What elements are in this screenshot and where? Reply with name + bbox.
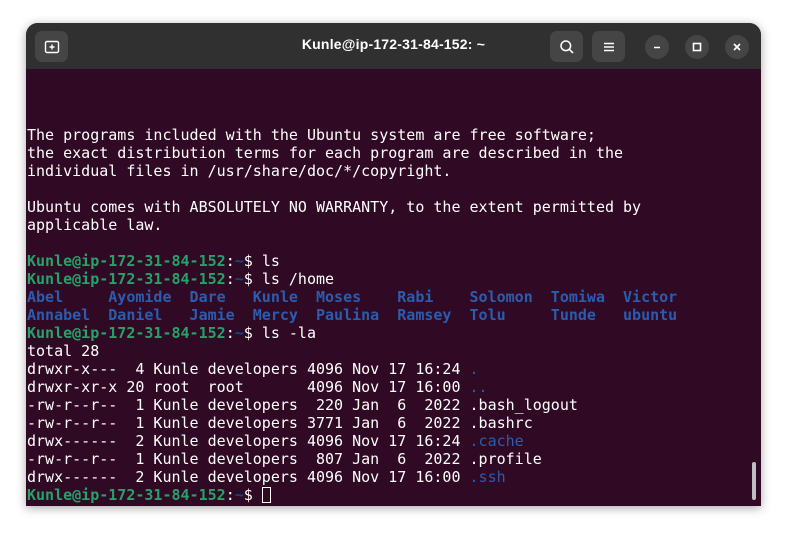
file-listing-row: -rw-r--r-- 1 Kunle developers 220 Jan 6 … bbox=[27, 396, 677, 414]
file-name: .. bbox=[469, 378, 488, 396]
prompt-symbol: $ bbox=[243, 252, 262, 270]
prompt-line: Kunle@ip-172-31-84-152:~$ ls /home bbox=[27, 270, 677, 288]
prompt-path: ~ bbox=[234, 486, 244, 504]
total-line: total 28 bbox=[27, 342, 100, 360]
minimize-button[interactable] bbox=[645, 35, 669, 59]
prompt-colon: : bbox=[225, 252, 235, 270]
minimize-icon bbox=[654, 46, 660, 49]
command-text: ls /home bbox=[261, 270, 335, 288]
prompt-user-host: Kunle@ip-172-31-84-152 bbox=[27, 324, 226, 342]
search-icon bbox=[559, 39, 574, 54]
prompt-line: Kunle@ip-172-31-84-152:~$ ls bbox=[27, 252, 677, 270]
prompt-colon: : bbox=[225, 270, 235, 288]
motd-line: individual files in /usr/share/doc/*/cop… bbox=[27, 162, 452, 180]
prompt-symbol: $ bbox=[243, 324, 262, 342]
motd-line: The programs included with the Ubuntu sy… bbox=[27, 126, 596, 144]
terminal-lines: The programs included with the Ubuntu sy… bbox=[27, 126, 677, 504]
motd-line bbox=[27, 180, 677, 198]
prompt-colon: : bbox=[225, 486, 235, 504]
prompt-symbol: $ bbox=[243, 270, 262, 288]
file-listing-row: drwx------ 2 Kunle developers 4096 Nov 1… bbox=[27, 432, 677, 450]
prompt-line: Kunle@ip-172-31-84-152:~$ ls -la bbox=[27, 324, 677, 342]
file-listing-row: drwxr-x--- 4 Kunle developers 4096 Nov 1… bbox=[27, 360, 677, 378]
menu-button[interactable] bbox=[592, 31, 625, 62]
motd-line: Ubuntu comes with ABSOLUTELY NO WARRANTY… bbox=[27, 198, 642, 216]
text-cursor[interactable] bbox=[261, 487, 271, 503]
command-text: ls bbox=[261, 252, 280, 270]
terminal-output[interactable]: The programs included with the Ubuntu sy… bbox=[26, 69, 761, 506]
file-name: .ssh bbox=[469, 468, 506, 486]
prompt-path: ~ bbox=[234, 270, 244, 288]
file-meta: -rw-r--r-- 1 Kunle developers 3771 Jan 6… bbox=[27, 414, 470, 432]
file-listing-row: -rw-r--r-- 1 Kunle developers 3771 Jan 6… bbox=[27, 414, 677, 432]
close-button[interactable] bbox=[725, 35, 749, 59]
home-listing-line: Abel Ayomide Dare Kunle Moses Rabi Solom… bbox=[27, 288, 678, 306]
prompt-symbol: $ bbox=[243, 486, 262, 504]
prompt-user-host: Kunle@ip-172-31-84-152 bbox=[27, 486, 226, 504]
file-meta: drwxr-x--- 4 Kunle developers 4096 Nov 1… bbox=[27, 360, 470, 378]
file-name: .bashrc bbox=[469, 414, 533, 432]
active-prompt-line[interactable]: Kunle@ip-172-31-84-152:~$ bbox=[27, 486, 677, 504]
file-meta: drwx------ 2 Kunle developers 4096 Nov 1… bbox=[27, 432, 470, 450]
terminal-window: Kunle@ip-172-31-84-152: ~ The programs i… bbox=[26, 23, 761, 506]
scrollbar-thumb[interactable] bbox=[752, 462, 756, 500]
motd-line: the exact distribution terms for each pr… bbox=[27, 144, 624, 162]
file-listing-row: drwx------ 2 Kunle developers 4096 Nov 1… bbox=[27, 468, 677, 486]
file-meta: drwx------ 2 Kunle developers 4096 Nov 1… bbox=[27, 468, 470, 486]
search-button[interactable] bbox=[550, 31, 583, 62]
maximize-icon bbox=[692, 42, 702, 52]
file-name: . bbox=[469, 360, 479, 378]
file-meta: drwxr-xr-x 20 root root 4096 Nov 17 16:0… bbox=[27, 378, 470, 396]
prompt-colon: : bbox=[225, 324, 235, 342]
prompt-user-host: Kunle@ip-172-31-84-152 bbox=[27, 270, 226, 288]
file-name: .cache bbox=[469, 432, 524, 450]
command-text: ls -la bbox=[261, 324, 316, 342]
prompt-path: ~ bbox=[234, 324, 244, 342]
prompt-path: ~ bbox=[234, 252, 244, 270]
maximize-button[interactable] bbox=[685, 35, 709, 59]
hamburger-menu-icon bbox=[603, 42, 614, 51]
file-meta: -rw-r--r-- 1 Kunle developers 807 Jan 6 … bbox=[27, 450, 470, 468]
file-name: .bash_logout bbox=[469, 396, 578, 414]
file-name: .profile bbox=[469, 450, 542, 468]
prompt-user-host: Kunle@ip-172-31-84-152 bbox=[27, 252, 226, 270]
file-meta: -rw-r--r-- 1 Kunle developers 220 Jan 6 … bbox=[27, 396, 470, 414]
file-listing-row: drwxr-xr-x 20 root root 4096 Nov 17 16:0… bbox=[27, 378, 677, 396]
home-listing-line: Annabel Daniel Jamie Mercy Paulina Ramse… bbox=[27, 306, 678, 324]
motd-line: applicable law. bbox=[27, 216, 163, 234]
title-bar[interactable]: Kunle@ip-172-31-84-152: ~ bbox=[26, 23, 761, 69]
close-icon bbox=[733, 43, 741, 51]
file-listing-row: -rw-r--r-- 1 Kunle developers 807 Jan 6 … bbox=[27, 450, 677, 468]
